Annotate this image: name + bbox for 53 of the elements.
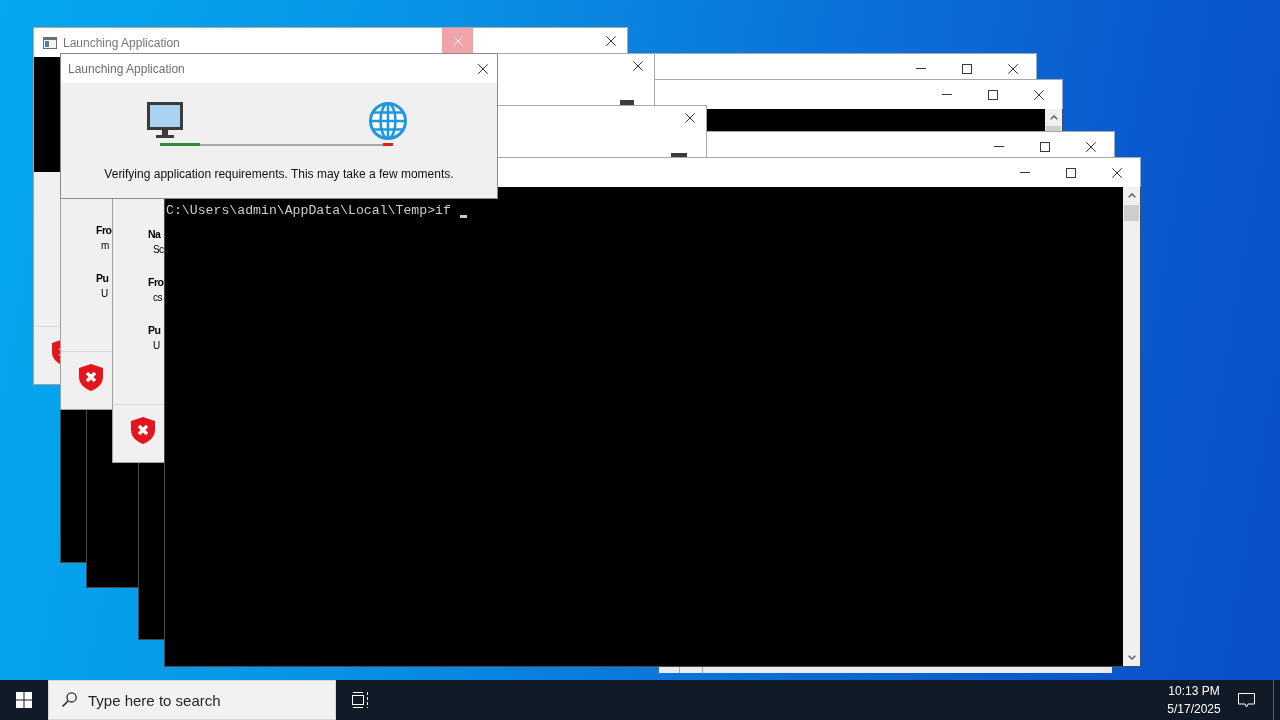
search-icon bbox=[62, 692, 77, 707]
maximize-icon bbox=[1040, 141, 1050, 152]
app-icon bbox=[43, 36, 57, 49]
field-label: Fro bbox=[148, 275, 164, 289]
shield-icon bbox=[131, 417, 155, 444]
scrollbar[interactable] bbox=[1123, 187, 1140, 666]
field-value: cs bbox=[153, 291, 162, 305]
scrollbar-thumb[interactable] bbox=[1046, 126, 1061, 131]
shield-icon bbox=[52, 339, 60, 366]
chevron-up-icon bbox=[1049, 115, 1058, 120]
maximize-icon bbox=[1066, 167, 1076, 178]
minimize-icon bbox=[994, 146, 1004, 147]
task-view-icon bbox=[351, 692, 369, 708]
status-message: Verifying application requirements. This may take a few moments. bbox=[103, 166, 455, 182]
close-icon bbox=[606, 35, 616, 46]
monitor-icon bbox=[147, 102, 183, 138]
chevron-down-icon bbox=[1127, 655, 1136, 660]
chevron-up-icon bbox=[1127, 193, 1136, 198]
window-title: Launching Application bbox=[68, 61, 186, 76]
close-icon bbox=[478, 63, 488, 74]
notification-icon bbox=[1237, 692, 1255, 708]
field-label: Fro bbox=[96, 223, 112, 237]
search-field[interactable]: Type here to search bbox=[48, 680, 336, 720]
close-icon bbox=[1086, 141, 1096, 152]
maximize-icon bbox=[988, 89, 998, 100]
field-label: Pu bbox=[96, 271, 109, 285]
field-value: Sc bbox=[153, 243, 164, 257]
windows-logo-icon bbox=[16, 692, 32, 708]
field-value: U bbox=[153, 339, 160, 353]
scrollbar[interactable] bbox=[1045, 109, 1062, 131]
minimize-icon bbox=[1020, 172, 1030, 173]
close-icon bbox=[1008, 63, 1018, 74]
field-label: Pu bbox=[148, 323, 161, 337]
minimize-icon bbox=[916, 68, 926, 69]
field-value: U bbox=[101, 287, 108, 301]
console-text: C:\Users\admin\AppData\Local\Temp>if bbox=[166, 203, 451, 219]
bar-icon bbox=[620, 100, 634, 105]
minimize-icon bbox=[942, 94, 952, 95]
scrollbar-thumb[interactable] bbox=[1124, 205, 1139, 221]
globe-icon bbox=[369, 102, 407, 140]
close-icon bbox=[452, 35, 463, 46]
window-title: Launching Application bbox=[63, 35, 180, 50]
bar-icon bbox=[671, 153, 687, 157]
shield-icon bbox=[79, 364, 103, 391]
close-icon bbox=[633, 61, 643, 71]
field-value: m bbox=[101, 239, 109, 253]
close-icon bbox=[1034, 89, 1044, 100]
field-label: Na bbox=[148, 227, 161, 241]
maximize-icon bbox=[962, 63, 972, 74]
target-marker bbox=[383, 143, 393, 146]
close-icon bbox=[1112, 167, 1122, 178]
close-icon bbox=[685, 113, 695, 123]
clock-button[interactable]: 10:13 PM 5/17/2025 bbox=[1159, 680, 1229, 720]
